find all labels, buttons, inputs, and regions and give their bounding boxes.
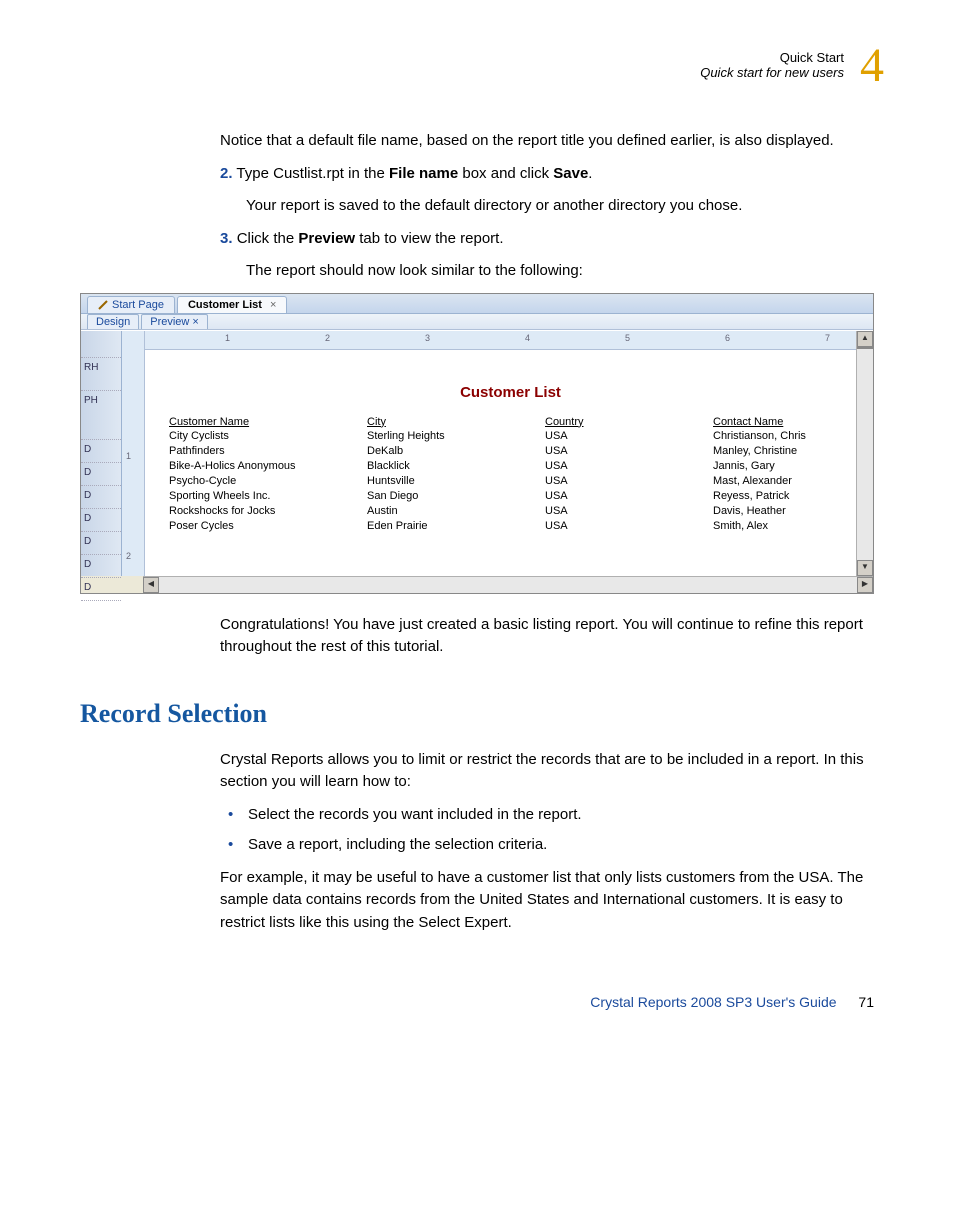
paragraph-crystal: Crystal Reports allows you to limit or r… (220, 749, 874, 794)
close-icon[interactable]: × (192, 316, 198, 328)
section-gutter: RH PH D D D D D D D (81, 331, 122, 576)
pencil-icon (98, 300, 108, 310)
table-row: Sporting Wheels Inc.San DiegoUSAReyess, … (165, 489, 845, 504)
tab-start-page[interactable]: Start Page (87, 296, 175, 313)
col-header: Contact Name (709, 415, 845, 429)
header-line1: Quick Start (80, 50, 844, 65)
paragraph-similar: The report should now look similar to th… (246, 260, 874, 283)
chapter-number: 4 (860, 38, 884, 93)
tab-customer-list[interactable]: Customer List × (177, 296, 287, 313)
step-number-2: 2. (220, 165, 233, 182)
report-canvas: 1 2 3 4 5 6 7 Customer List Customer Nam… (145, 331, 856, 576)
table-row: PathfindersDeKalbUSAManley, Christine (165, 444, 845, 459)
close-icon[interactable]: × (270, 299, 276, 311)
report-data-table: Customer Name City Country Contact Name … (165, 415, 845, 534)
col-header: Customer Name (165, 415, 363, 429)
report-title: Customer List (165, 384, 856, 401)
scroll-thumb[interactable] (857, 347, 873, 349)
page-footer: Crystal Reports 2008 SP3 User's Guide 71 (80, 994, 874, 1010)
step-3: 3. Click the Preview tab to view the rep… (220, 228, 874, 251)
paragraph-congrats: Congratulations! You have just created a… (220, 614, 874, 659)
footer-guide-title: Crystal Reports 2008 SP3 User's Guide (590, 994, 836, 1010)
step-number-3: 3. (220, 230, 233, 247)
view-tabs: Design Preview × (81, 314, 873, 330)
header-line2: Quick start for new users (80, 65, 844, 80)
step-2: 2. Type Custlist.rpt in the File name bo… (220, 163, 874, 186)
scroll-down-button[interactable]: ▼ (857, 560, 873, 576)
footer-page-number: 71 (858, 994, 874, 1010)
scroll-left-button[interactable]: ◀ (143, 577, 159, 593)
table-header-row: Customer Name City Country Contact Name (165, 415, 845, 429)
section-d: D (81, 509, 121, 532)
horizontal-ruler: 1 2 3 4 5 6 7 (145, 331, 856, 350)
section-d: D (81, 463, 121, 486)
table-row: Psycho-CycleHuntsvilleUSAMast, Alexander (165, 474, 845, 489)
paragraph-notice: Notice that a default file name, based o… (220, 130, 874, 153)
document-tabs: Start Page Customer List × (81, 294, 873, 314)
tab-preview[interactable]: Preview × (141, 314, 208, 329)
col-header: City (363, 415, 541, 429)
tab-label: Preview (150, 316, 189, 328)
section-rh: RH (81, 358, 121, 391)
scroll-right-button[interactable]: ▶ (857, 577, 873, 593)
work-area: RH PH D D D D D D D 1 2 1 2 3 4 5 (81, 330, 873, 576)
table-row: Bike-A-Holics AnonymousBlacklickUSAJanni… (165, 459, 845, 474)
tab-label: Design (96, 316, 130, 328)
report-preview-screenshot: Start Page Customer List × Design Previe… (80, 293, 874, 594)
page-header: Quick Start Quick start for new users 4 (80, 50, 874, 90)
vertical-ruler: 1 2 (122, 331, 145, 576)
bullet-list: Select the records you want included in … (220, 804, 874, 857)
list-item: Select the records you want included in … (220, 804, 874, 827)
section-d: D (81, 440, 121, 463)
heading-record-selection: Record Selection (80, 699, 874, 729)
section-d: D (81, 532, 121, 555)
section-d: D (81, 578, 121, 601)
section-d: D (81, 555, 121, 578)
table-row: Poser CyclesEden PrairieUSASmith, Alex (165, 519, 845, 534)
table-row: Rockshocks for JocksAustinUSADavis, Heat… (165, 504, 845, 519)
list-item: Save a report, including the selection c… (220, 834, 874, 857)
section-d: D (81, 486, 121, 509)
tab-label: Customer List (188, 299, 262, 311)
tab-label: Start Page (112, 299, 164, 311)
vertical-scrollbar[interactable]: ▲ ▼ (856, 331, 873, 576)
step-2-sub: Your report is saved to the default dire… (246, 195, 874, 218)
horizontal-scrollbar[interactable]: ◀ ▶ (143, 576, 873, 593)
paragraph-example: For example, it may be useful to have a … (220, 867, 874, 935)
section-ph: PH (81, 391, 121, 440)
tab-design[interactable]: Design (87, 314, 139, 329)
col-header: Country (541, 415, 709, 429)
scroll-up-button[interactable]: ▲ (857, 331, 873, 347)
table-row: City CyclistsSterling HeightsUSAChristia… (165, 429, 845, 444)
